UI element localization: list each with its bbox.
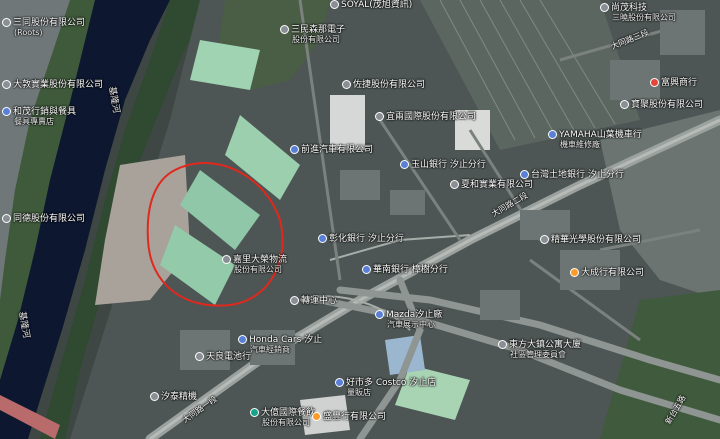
poi-icon: [335, 378, 344, 387]
poi-label[interactable]: 大敦實業股份有限公司: [2, 80, 103, 90]
poi-icon: [2, 214, 11, 223]
poi-label[interactable]: 汐泰精機: [150, 392, 197, 402]
poi-label[interactable]: 彰化銀行 汐止分行: [318, 234, 404, 244]
poi-icon: [375, 310, 384, 319]
poi-label[interactable]: 宜兩國際股份有限公司: [375, 112, 476, 122]
poi-label[interactable]: 佐捷股份有限公司: [342, 80, 425, 90]
poi-icon: [400, 160, 409, 169]
poi-label[interactable]: 東方大鎮公寓大廈 社區管理委員會: [498, 340, 581, 360]
poi-icon: [498, 340, 507, 349]
poi-label[interactable]: 夏和實業有限公司: [450, 180, 533, 190]
poi-label[interactable]: 天良電池行: [195, 352, 251, 362]
poi-label[interactable]: 尚茂科技 三曉股份有限公司: [600, 3, 676, 23]
poi-label[interactable]: 轉運中心: [290, 296, 337, 306]
poi-icon: [250, 408, 259, 417]
poi-label[interactable]: 大成行有限公司: [570, 268, 644, 278]
poi-icon: [600, 3, 609, 12]
poi-icon: [290, 145, 299, 154]
poi-label[interactable]: 好市多 Costco 汐止店 量販店: [335, 378, 436, 398]
poi-label[interactable]: 和茂行銷與餐具 餐具專賣店: [2, 107, 76, 127]
poi-icon: [312, 412, 321, 421]
poi-icon: [342, 80, 351, 89]
poi-label-highlighted[interactable]: 嘉里大榮物流 股份有限公司: [222, 255, 287, 275]
poi-label[interactable]: 大億國際餐飲 股份有限公司: [250, 408, 315, 428]
poi-icon: [650, 78, 659, 87]
poi-icon: [2, 80, 11, 89]
poi-icon: [318, 234, 327, 243]
poi-icon: [330, 0, 339, 9]
poi-icon: [570, 268, 579, 277]
poi-icon: [238, 335, 247, 344]
poi-icon: [2, 107, 11, 116]
poi-label[interactable]: 玉山銀行 汐止分行: [400, 160, 486, 170]
poi-icon: [2, 18, 11, 27]
poi-label[interactable]: 三同股份有限公司 (Roots): [2, 18, 85, 38]
poi-label[interactable]: SOYAL(茂旭資訊): [330, 0, 412, 10]
poi-icon: [450, 180, 459, 189]
poi-label[interactable]: YAMAHA山葉機車行 機車維修廠: [548, 130, 642, 150]
poi-icon: [362, 265, 371, 274]
poi-icon: [195, 352, 204, 361]
poi-label[interactable]: Mazda汐止廠 汽車展示中心: [375, 310, 442, 330]
poi-label[interactable]: 華南銀行 樟樹分行: [362, 265, 448, 275]
poi-label[interactable]: 台灣土地銀行 汐止分行: [520, 170, 624, 180]
poi-icon: [290, 296, 299, 305]
poi-label[interactable]: 精華光學股份有限公司: [540, 235, 641, 245]
poi-icon: [548, 130, 557, 139]
poi-label[interactable]: 富興商行: [650, 78, 697, 88]
poi-icon: [540, 235, 549, 244]
poi-label[interactable]: 同德股份有限公司: [2, 214, 85, 224]
poi-icon: [520, 170, 529, 179]
poi-label[interactable]: 前進汽車有限公司: [290, 145, 373, 155]
poi-icon: [150, 392, 159, 401]
poi-label[interactable]: 盛豐行有限公司: [312, 412, 386, 422]
poi-label[interactable]: 寶聚股份有限公司: [620, 100, 703, 110]
satellite-map[interactable]: SOYAL(茂旭資訊) 三同股份有限公司 (Roots) 大敦實業股份有限公司 和…: [0, 0, 720, 439]
poi-icon: [620, 100, 629, 109]
poi-icon: [375, 112, 384, 121]
poi-label[interactable]: 三民森那電子 股份有限公司: [280, 25, 345, 45]
map-base-imagery: [0, 0, 720, 439]
poi-icon: [222, 255, 231, 264]
poi-icon: [280, 25, 289, 34]
